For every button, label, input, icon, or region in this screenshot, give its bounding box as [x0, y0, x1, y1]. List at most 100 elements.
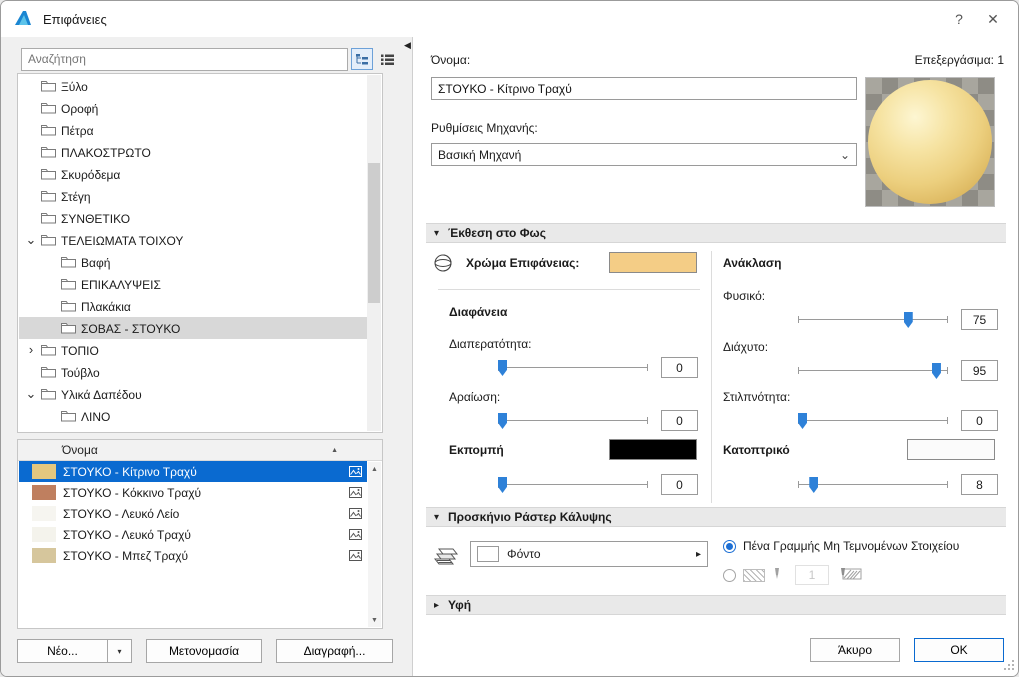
tree-item-label: ΕΠΙΚΑΛΥΨΕΙΣ	[81, 277, 161, 292]
scroll-up-icon[interactable]: ▲	[368, 462, 381, 476]
tree-item-label: Πλακάκια	[81, 299, 131, 314]
attenuation-label: Αραίωση:	[449, 390, 500, 404]
chevron-down-icon: ⌄	[840, 151, 850, 159]
ambient-slider[interactable]	[798, 311, 948, 329]
tree-item[interactable]: Ξύλο	[19, 75, 367, 97]
section-fill-title: Προσκήνιο Ράστερ Κάλυψης	[448, 510, 612, 524]
new-dropdown-arrow-icon[interactable]: ▾	[107, 639, 132, 663]
surfaces-dialog: Επιφάνειες ? ✕ ◀	[0, 0, 1019, 677]
slider-thumb[interactable]	[809, 477, 818, 493]
ok-button[interactable]: OK	[914, 638, 1004, 662]
surface-color-swatch[interactable]	[609, 252, 697, 273]
delete-button[interactable]: Διαγραφή...	[276, 639, 393, 663]
section-texture-header[interactable]: ▸ Υφή	[426, 595, 1006, 615]
tree-item[interactable]: ΠΛΑΚΟΣΤΡΩΤΟ	[19, 141, 367, 163]
new-button[interactable]: Νέο...	[17, 639, 107, 663]
section-fill-header[interactable]: ▾ Προσκήνιο Ράστερ Κάλυψης	[426, 507, 1006, 527]
scroll-down-icon[interactable]: ▼	[368, 613, 381, 627]
transmittance-slider[interactable]	[498, 359, 648, 377]
tree-scrollbar-thumb[interactable]	[368, 163, 380, 303]
tree-item-label: ΠΛΑΚΟΣΤΡΩΤΟ	[61, 145, 151, 160]
tree-item[interactable]: ΣΥΝΘΕΤΙΚΟ	[19, 207, 367, 229]
specular-value[interactable]: 8	[961, 474, 998, 495]
attenuation-value[interactable]: 0	[661, 410, 698, 431]
texture-indicator-icon	[343, 550, 367, 561]
tree-item[interactable]: Στέγη	[19, 185, 367, 207]
tree-item[interactable]: ›ΤΟΠΙΟ	[19, 339, 367, 361]
surface-swatch	[32, 527, 56, 542]
tree-item[interactable]: Πέτρα	[19, 119, 367, 141]
slider-thumb[interactable]	[798, 413, 807, 429]
engine-select[interactable]: Βασική Μηχανή ⌄	[431, 143, 857, 166]
chevron-right-icon[interactable]: ›	[23, 345, 39, 355]
tree-item[interactable]: ΕΠΙΚΑΛΥΨΕΙΣ	[19, 273, 367, 295]
pen-number-input[interactable]	[795, 565, 829, 585]
slider-thumb[interactable]	[498, 413, 507, 429]
tree-item[interactable]: ΛΙΝΟ	[19, 405, 367, 427]
list-scrollbar[interactable]: ▲ ▼	[368, 462, 381, 627]
surface-row[interactable]: ΣΤΟΥΚΟ - Μπεζ Τραχύ	[19, 545, 367, 566]
cancel-button[interactable]: Άκυρο	[810, 638, 900, 662]
texture-indicator-icon	[343, 466, 367, 477]
folder-tree: ΞύλοΟροφήΠέτραΠΛΑΚΟΣΤΡΩΤΟΣκυρόδεμαΣτέγηΣ…	[17, 73, 383, 433]
collapse-panel-arrow-icon[interactable]: ◀	[404, 40, 411, 51]
custom-pen-radio[interactable]	[723, 569, 736, 582]
uncut-line-pen-radio[interactable]	[723, 540, 736, 553]
tree-item[interactable]: Οροφή	[19, 97, 367, 119]
fill-type-select[interactable]: Φόντο ▸	[470, 541, 708, 567]
folder-icon	[61, 300, 76, 312]
folder-icon	[61, 278, 76, 290]
tree-item[interactable]: ⌄ Υλικά Δαπέδου	[19, 383, 367, 405]
resize-grip[interactable]	[1004, 660, 1015, 674]
surface-row[interactable]: ΣΤΟΥΚΟ - Κόκκινο Τραχύ	[19, 482, 367, 503]
transmittance-value[interactable]: 0	[661, 357, 698, 378]
chevron-down-icon[interactable]: ⌄	[23, 389, 39, 399]
slider-thumb[interactable]	[498, 477, 507, 493]
tree-item[interactable]: Τούβλο	[19, 361, 367, 383]
emission-color-swatch[interactable]	[609, 439, 697, 460]
tree-item[interactable]: Βαφή	[19, 251, 367, 273]
rename-button[interactable]: Μετονομασία	[146, 639, 262, 663]
shininess-value[interactable]: 0	[961, 410, 998, 431]
emission-value[interactable]: 0	[661, 474, 698, 495]
tree-item[interactable]: Σκυρόδεμα	[19, 163, 367, 185]
surface-name-input[interactable]	[431, 77, 857, 100]
emission-slider[interactable]	[498, 476, 648, 494]
tree-scrollbar[interactable]	[367, 75, 381, 431]
slider-thumb[interactable]	[498, 360, 507, 376]
close-button[interactable]: ✕	[976, 5, 1010, 33]
ambient-value[interactable]: 75	[961, 309, 998, 330]
tree-item-label: Τούβλο	[61, 365, 100, 380]
list-header[interactable]: Όνομα ▲	[18, 440, 382, 461]
surface-row[interactable]: ΣΤΟΥΚΟ - Κίτρινο Τραχύ	[19, 461, 367, 482]
tree-item-label: Υλικά Δαπέδου	[61, 387, 142, 402]
transparency-title: Διαφάνεια	[449, 305, 507, 319]
surface-row[interactable]: ΣΤΟΥΚΟ - Λευκό Λείο	[19, 503, 367, 524]
tree-item[interactable]: Πλακάκια	[19, 295, 367, 317]
help-button[interactable]: ?	[942, 5, 976, 33]
specular-color-swatch[interactable]	[907, 439, 995, 460]
surface-name: ΣΤΟΥΚΟ - Κόκκινο Τραχύ	[63, 486, 343, 500]
slider-thumb[interactable]	[932, 363, 941, 379]
folder-icon	[61, 322, 76, 334]
settings-panel: Όνομα: Επεξεργάσιμα: 1 Ρυθμίσεις Μηχανής…	[414, 37, 1018, 676]
diffuse-value[interactable]: 95	[961, 360, 998, 381]
section-light-header[interactable]: ▾ Έκθεση στο Φως	[426, 223, 1006, 243]
tree-item-label: Σκυρόδεμα	[61, 167, 120, 182]
folder-icon	[41, 102, 56, 114]
section-fill-body: Φόντο ▸ Πένα Γραμμής Μη Τεμνομένων Στοιχ…	[414, 531, 1018, 595]
chevron-down-icon[interactable]: ⌄	[23, 235, 39, 245]
preview-sphere	[868, 80, 992, 204]
tree-item[interactable]: ΣΟΒΑΣ - ΣΤΟΥΚΟ	[19, 317, 367, 339]
surface-row[interactable]: ΣΤΟΥΚΟ - Λευκό Τραχύ	[19, 524, 367, 545]
list-view-toggle[interactable]	[376, 48, 398, 70]
tree-view-toggle[interactable]	[351, 48, 373, 70]
attenuation-slider[interactable]	[498, 412, 648, 430]
slider-thumb[interactable]	[904, 312, 913, 328]
specular-slider[interactable]	[798, 476, 948, 494]
search-input[interactable]	[22, 49, 347, 70]
diffuse-slider[interactable]	[798, 362, 948, 380]
tree-item[interactable]: ⌄ΤΕΛΕΙΩΜΑΤΑ ΤΟΙΧΟΥ	[19, 229, 367, 251]
surface-name: ΣΤΟΥΚΟ - Μπεζ Τραχύ	[63, 549, 343, 563]
shininess-slider[interactable]	[798, 412, 948, 430]
